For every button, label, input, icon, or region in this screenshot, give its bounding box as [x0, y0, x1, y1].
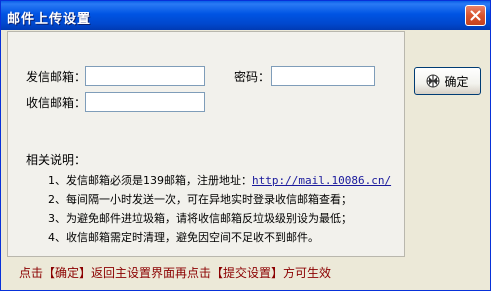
footer-hint: 点击【确定】返回主设置界面再点击【提交设置】方可生效: [19, 266, 332, 280]
window-title: 邮件上传设置: [7, 12, 92, 27]
register-link[interactable]: http://mail.10086.cn/: [252, 174, 391, 187]
notes-title: 相关说明：: [26, 153, 87, 167]
settings-dialog: 邮件上传设置 发信邮箱： 密码： 收信邮箱： 相关说明： 1、发信邮箱必须是13…: [0, 0, 491, 291]
confirm-button-label: 确定: [444, 74, 469, 89]
note-item-1-text: 1、发信邮箱必须是139邮箱，注册地址：: [48, 174, 252, 187]
confirm-icon: [426, 74, 440, 88]
receiver-email-field[interactable]: [85, 92, 205, 112]
password-label: 密码：: [234, 70, 271, 84]
note-item-2: 2、每间隔一小时发送一次，可在异地实时登录收信邮箱查看；: [48, 193, 352, 206]
password-field[interactable]: [271, 66, 375, 86]
settings-panel: 发信邮箱： 密码： 收信邮箱： 相关说明： 1、发信邮箱必须是139邮箱，注册地…: [7, 31, 405, 257]
receiver-email-label: 收信邮箱：: [26, 96, 87, 110]
title-bar[interactable]: 邮件上传设置: [1, 1, 490, 30]
close-icon: [470, 10, 481, 21]
note-item-4: 4、收信邮箱需定时清理，避免因空间不足收不到邮件。: [48, 231, 319, 244]
sender-email-label: 发信邮箱：: [26, 70, 87, 84]
note-item-3: 3、为避免邮件进垃圾箱，请将收信邮箱反垃圾级别设为最低；: [48, 212, 352, 225]
close-button[interactable]: [465, 5, 486, 26]
sender-email-field[interactable]: [85, 66, 205, 86]
note-item-1: 1、发信邮箱必须是139邮箱，注册地址：http://mail.10086.cn…: [48, 172, 391, 188]
confirm-button[interactable]: 确定: [414, 67, 481, 95]
